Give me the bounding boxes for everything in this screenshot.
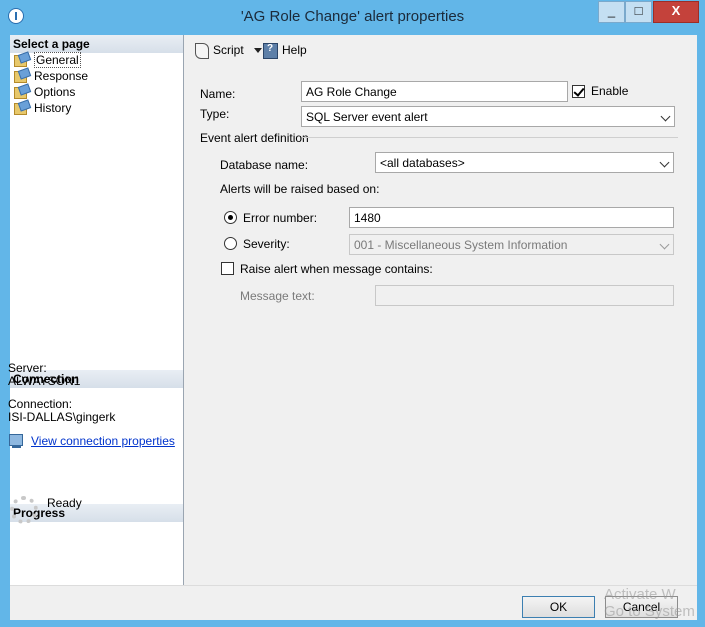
close-button[interactable]: X: [653, 1, 699, 23]
sidebar-item-options[interactable]: Options: [13, 84, 173, 100]
sidebar-item-label: Response: [34, 69, 89, 83]
name-input[interactable]: AG Role Change: [301, 81, 568, 102]
sidebar-item-label: Options: [34, 85, 76, 99]
ok-button[interactable]: OK: [522, 596, 595, 618]
raised-based-on-label: Alerts will be raised based on:: [220, 182, 380, 196]
chevron-down-icon[interactable]: [253, 47, 262, 53]
toolbar: Script Help: [185, 35, 697, 65]
maximize-button[interactable]: □: [625, 1, 652, 23]
severity-select[interactable]: 001 - Miscellaneous System Information: [349, 234, 674, 255]
server-value: ALWAYSON1: [8, 374, 81, 388]
sidebar-item-history[interactable]: History: [13, 100, 173, 116]
type-select[interactable]: SQL Server event alert: [301, 106, 675, 127]
sidebar-item-label: History: [34, 101, 72, 115]
enable-label: Enable: [591, 84, 629, 98]
chevron-down-icon: [659, 157, 670, 168]
progress-status: Ready: [47, 496, 82, 510]
script-button-label: Script: [213, 43, 244, 57]
connection-value: ISI-DALLAS\gingerk: [8, 410, 116, 424]
select-page-header: Select a page: [10, 35, 183, 53]
type-label: Type:: [200, 107, 230, 121]
title-bar[interactable]: 'AG Role Change' alert properties _ □ X: [0, 0, 705, 34]
database-name-select[interactable]: <all databases>: [375, 152, 674, 173]
chevron-down-icon: [659, 239, 670, 250]
message-text-label: Message text:: [240, 289, 315, 303]
event-alert-definition-header: Event alert definition: [200, 131, 309, 145]
raise-alert-message-checkbox[interactable]: [221, 262, 234, 275]
section-divider: [302, 137, 678, 138]
help-icon: [262, 42, 279, 59]
connection-label: Connection:: [8, 397, 73, 411]
progress-spinner-icon: [10, 496, 38, 524]
severity-label: Severity:: [243, 237, 290, 251]
page-icon: [13, 85, 29, 99]
raise-alert-message-label: Raise alert when message contains:: [240, 262, 433, 276]
error-number-label: Error number:: [243, 211, 318, 225]
sidebar-item-response[interactable]: Response: [13, 68, 173, 84]
database-name-label: Database name:: [220, 158, 309, 172]
error-number-radio[interactable]: [224, 211, 237, 224]
name-label: Name:: [200, 87, 236, 101]
type-select-value: SQL Server event alert: [306, 110, 428, 124]
sidebar-item-label: General: [34, 52, 81, 68]
help-button[interactable]: Help: [262, 42, 307, 59]
severity-select-value: 001 - Miscellaneous System Information: [354, 238, 568, 252]
help-button-label: Help: [282, 43, 307, 57]
script-button[interactable]: Script: [193, 42, 262, 59]
database-name-select-value: <all databases>: [380, 156, 465, 170]
page-icon: [13, 69, 29, 83]
minimize-button[interactable]: _: [598, 1, 625, 23]
page-icon: [13, 101, 29, 115]
connection-properties-icon: [8, 433, 25, 449]
script-icon: [193, 42, 210, 59]
severity-radio[interactable]: [224, 237, 237, 250]
sidebar-item-general[interactable]: General: [13, 52, 173, 68]
enable-checkbox[interactable]: [572, 85, 585, 98]
view-connection-properties-link[interactable]: View connection properties: [31, 434, 175, 448]
error-number-input[interactable]: 1480: [349, 207, 674, 228]
cancel-button[interactable]: Cancel: [605, 596, 678, 618]
server-label: Server:: [8, 361, 47, 375]
chevron-down-icon: [660, 111, 671, 122]
page-icon: [13, 53, 29, 67]
message-text-input[interactable]: [375, 285, 674, 306]
